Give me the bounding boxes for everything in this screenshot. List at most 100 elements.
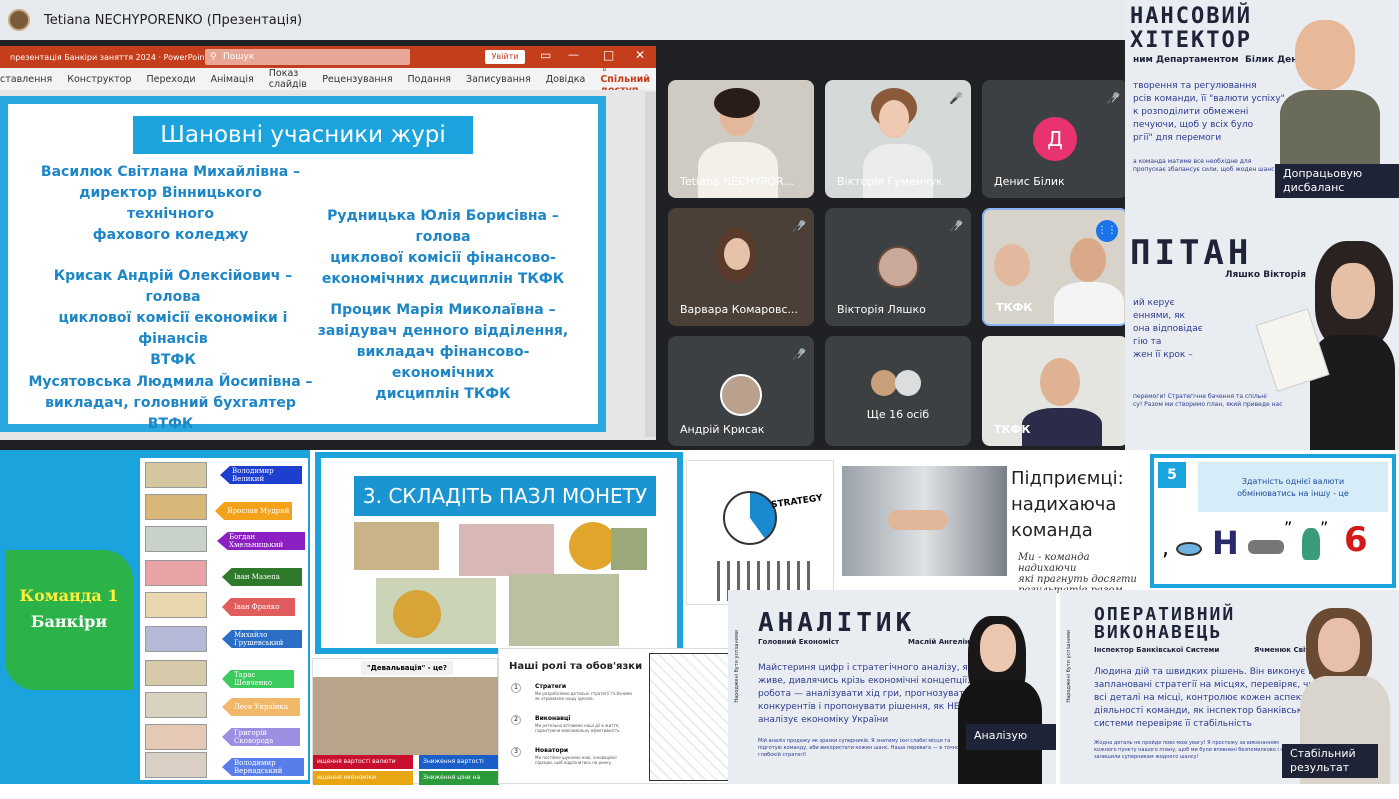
ribbon-tab[interactable]: ставлення <box>0 74 52 85</box>
slide-content: Шановні учасники журі Василюк Світлана М… <box>8 104 598 432</box>
close-icon[interactable]: ✕ <box>635 48 645 62</box>
step-number: 2 <box>511 715 521 725</box>
banknote <box>145 724 207 750</box>
participant-tile[interactable]: 🎤̸ Варвара Комаровс... <box>668 208 814 326</box>
strategy-image: STRATEGY <box>686 460 834 605</box>
rebus-glyph: 6 <box>1344 520 1368 560</box>
step-number: 1 <box>511 683 521 693</box>
roles-slide: Наші ролі та обов'язки 1 Стратеги Ми роз… <box>498 648 743 784</box>
slide-title: Підприємці: надихаюча команда <box>1011 468 1124 541</box>
entrepreneurs-slide: Підприємці: надихаюча команда Ми - коман… <box>836 460 1148 607</box>
ppt-scrollbar[interactable] <box>645 92 656 437</box>
participant-tile[interactable]: 🎤̸ Вікторія Ляшко <box>825 208 971 326</box>
jury-member: Рудницька Юлія Борисівна – голова циклов… <box>321 208 565 287</box>
question-number: 5 <box>1158 462 1186 488</box>
ribbon-tab[interactable]: Показ слайдів <box>269 68 307 90</box>
card-person: Маслій Ангеліна <box>908 638 975 646</box>
participant-name: Вікторія Гуменчук <box>837 175 943 188</box>
ribbon-tab[interactable]: Довідка <box>546 74 586 85</box>
quiz-option[interactable]: ищення вартості валюти <box>313 755 413 769</box>
maximize-icon[interactable]: □ <box>603 48 614 62</box>
mic-off-icon: 🎤̸ <box>792 220 806 233</box>
participant-initial-avatar: Д <box>1033 117 1077 161</box>
jury-member: Крисак Андрій Олексійович – голова цикло… <box>53 268 293 368</box>
participant-name: Андрій Крисак <box>680 423 765 436</box>
ppt-file-title: презентація Банкіри заняття 2024 · Power… <box>10 52 208 62</box>
participant-tile-more[interactable]: Ще 16 осіб <box>825 336 971 446</box>
mic-off-icon: 🎤̸ <box>949 220 963 233</box>
ppt-search-input[interactable]: ⚲ Пошук <box>205 49 410 65</box>
minimize-icon[interactable]: — <box>568 48 579 61</box>
handshake-icon <box>888 510 948 530</box>
rebus-glyph: , <box>1162 536 1169 561</box>
ribbon-tab[interactable]: Записування <box>466 74 531 85</box>
banknote <box>145 660 207 686</box>
card-text: Людина дій та швидких рішень. Він викону… <box>1094 667 1321 729</box>
participant-name: Вікторія Ляшко <box>837 303 926 316</box>
card-badge: Стабільний результат <box>1282 744 1378 778</box>
ribbon-tab[interactable]: Анімація <box>211 74 254 85</box>
role-head: Стратеги <box>535 683 567 690</box>
quiz-option[interactable]: Зниження вартості валюти <box>419 755 499 779</box>
person-photo <box>1318 618 1360 672</box>
puzzle-title: 3. СКЛАДІТЬ ПАЗЛ МОНЕТУ <box>354 476 656 516</box>
speaking-icon: ⋮⋮ <box>1096 220 1118 242</box>
card-title: НАНСОВИЙ <box>1130 4 1252 29</box>
banknote <box>145 494 207 520</box>
card-title: ВИКОНАВЕЦЬ <box>1094 622 1223 643</box>
banknote <box>145 752 207 778</box>
banknote <box>145 592 207 618</box>
search-icon: ⚲ <box>210 52 217 62</box>
card-financier: НАНСОВИЙ ХІТЕКТОР ним Департаментом Біли… <box>1125 0 1399 205</box>
slide-title: Шановні учасники журі <box>133 116 473 154</box>
share-icon: ⇧ <box>600 62 609 74</box>
arrow-label: Володимир Великий <box>220 466 302 484</box>
participant-tile[interactable]: 🎤̸ Андрій Крисак <box>668 336 814 446</box>
slide-title: "Девальвація" - це? <box>361 661 453 675</box>
team-title: Команда 1 <box>19 586 119 605</box>
card-person: Ляшко Вікторія <box>1225 270 1306 280</box>
participant-avatar <box>877 246 919 288</box>
card-analyst: Народжені бути успішними АНАЛІТИК Головн… <box>728 590 1056 784</box>
quiz-option[interactable]: Зниження ціни на товари <box>419 771 499 795</box>
participant-tile-active[interactable]: ⋮⋮ ТКФК <box>982 208 1125 326</box>
vase-icon <box>1302 528 1320 560</box>
participant-name: Варвара Комаровс... <box>680 303 799 316</box>
role-text: Ми ретельно втілюємо наші дії в життя, г… <box>535 723 621 733</box>
jury-member: Мусятовська Людмила Йосипівна – викладач… <box>28 374 313 432</box>
role-text: Ми розробляємо детальні стратегії та бач… <box>535 691 633 701</box>
participant-tile[interactable]: Д 🎤̸ Денис Білик <box>982 80 1125 198</box>
arrow-label: Леся Українка <box>222 698 300 716</box>
helicopter-icon <box>1248 540 1284 554</box>
ppt-login-button[interactable]: Увійти <box>485 50 525 64</box>
meeting-title: Tetiana NECHYPORENKO (Презентація) <box>44 12 303 28</box>
card-role: Інспектор Банківської Системи <box>1094 646 1220 654</box>
participant-tile[interactable]: Tetiana NECHYPOR... <box>668 80 814 198</box>
quiz-option[interactable]: ищення економіки <box>313 771 413 785</box>
ribbon-tab[interactable]: Переходи <box>147 74 196 85</box>
participant-name: Денис Білик <box>994 175 1065 188</box>
arrow-label: Григорій Сковорода <box>222 728 300 746</box>
card-role: Головний Економіст <box>758 638 840 646</box>
role-text: Ми постійно шукаємо нові, інноваційні пі… <box>535 755 617 765</box>
ribbon-tab[interactable]: Рецензування <box>322 74 392 85</box>
ribbon-display-icon[interactable]: ▭ <box>540 48 551 62</box>
banknote <box>145 626 207 652</box>
role-head: Новатори <box>535 747 569 754</box>
puzzle-slide: 3. СКЛАДІТЬ ПАЗЛ МОНЕТУ <box>315 452 683 654</box>
presenter-avatar <box>8 9 30 31</box>
arrow-label: Ярослав Мудрий <box>215 502 292 520</box>
arrow-label: Михайло Грушевський <box>222 630 302 648</box>
ribbon-tab[interactable]: Подання <box>408 74 451 85</box>
team-banner: Команда 1 Банкіри <box>5 550 133 690</box>
meeting-window: Tetiana NECHYPORENKO (Презентація) презе… <box>0 0 1125 450</box>
participant-tile[interactable]: ТКФК <box>982 336 1125 446</box>
jury-member: Василюк Світлана Михайлівна – директор В… <box>40 164 301 243</box>
banknote <box>145 526 207 552</box>
card-strategist: ПІТАН Ляшко Вікторія ий керує еннями, як… <box>1125 205 1399 450</box>
ribbon-tab[interactable]: Конструктор <box>67 74 131 85</box>
participant-tile[interactable]: 🎤̸ Вікторія Гуменчук <box>825 80 971 198</box>
arrow-label: Іван Франко <box>222 598 295 616</box>
slide: Шановні учасники журі Василюк Світлана М… <box>0 96 606 432</box>
arrow-label: Іван Мазепа <box>222 568 302 586</box>
